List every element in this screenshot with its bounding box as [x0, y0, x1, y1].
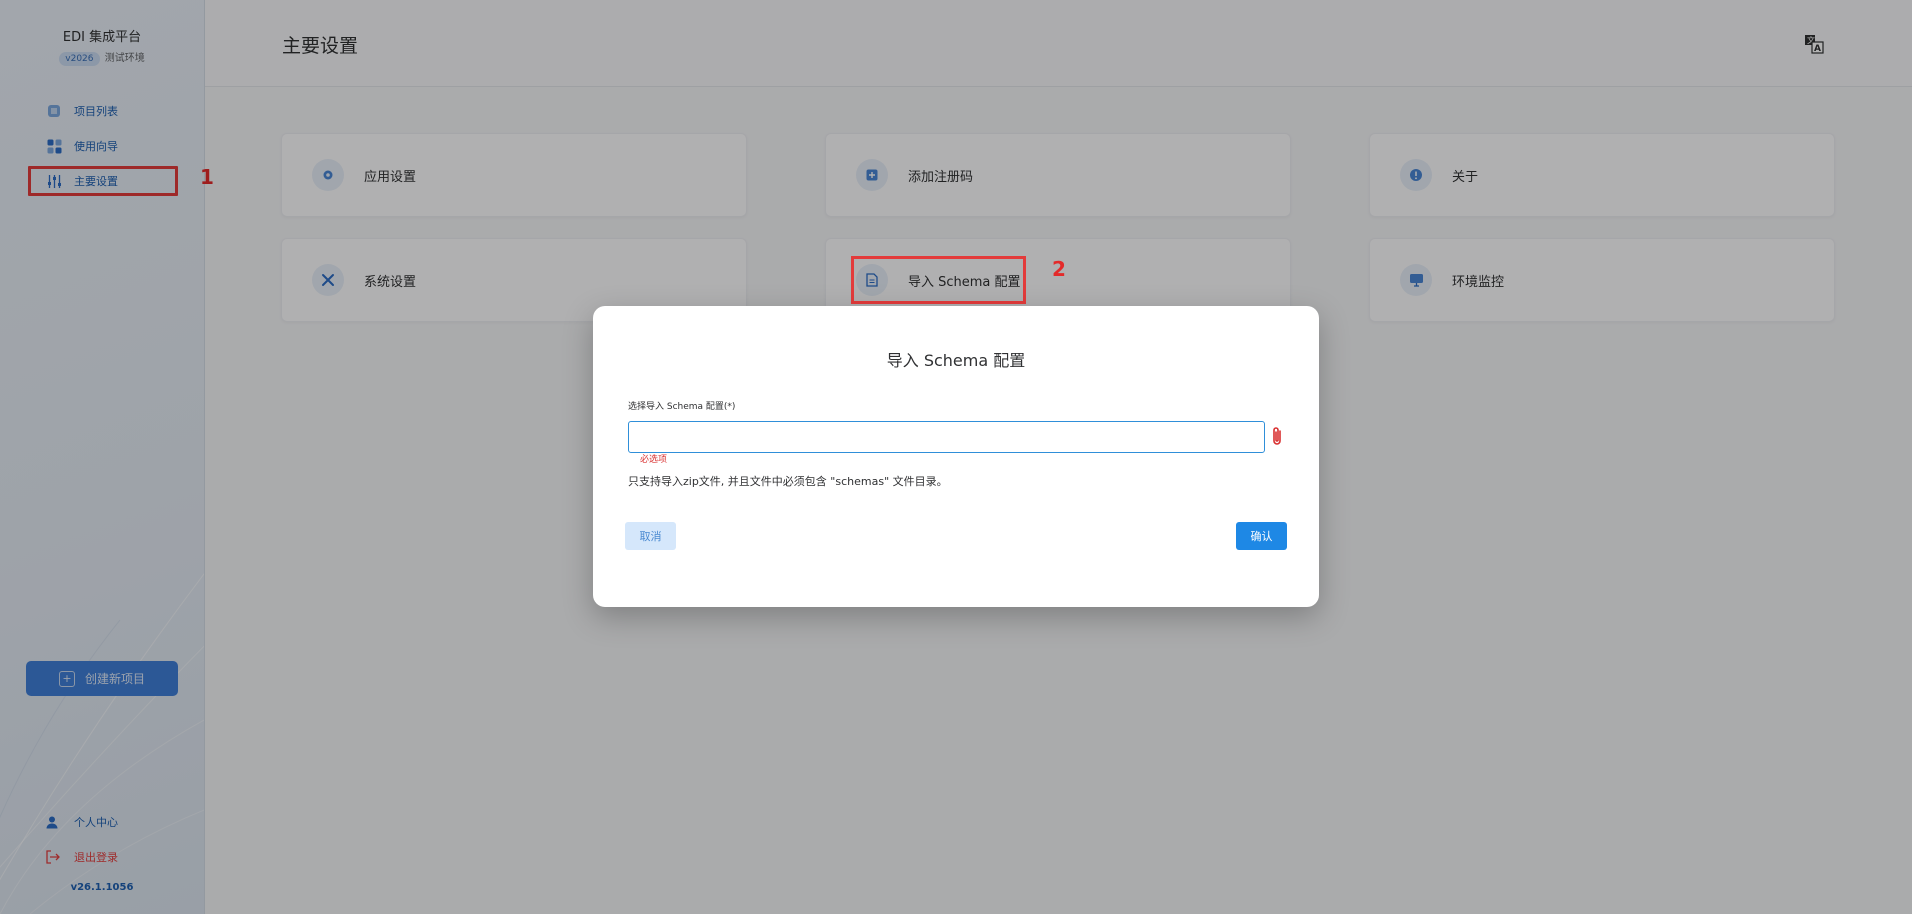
schema-file-input[interactable] — [628, 421, 1265, 453]
error-message: 必选项 — [640, 455, 668, 465]
hint-text: 只支持导入zip文件, 并且文件中必须包含 "schemas" 文件目录。 — [628, 475, 948, 488]
annotation-callout-2: 2 — [1052, 257, 1066, 281]
confirm-button[interactable]: 确认 — [1236, 522, 1287, 550]
field-label: 选择导入 Schema 配置(*) — [628, 402, 736, 412]
annotation-highlight-2 — [851, 256, 1026, 304]
cancel-button[interactable]: 取消 — [625, 522, 676, 550]
paperclip-icon[interactable] — [1269, 426, 1287, 448]
dialog-title: 导入 Schema 配置 — [886, 351, 1026, 370]
import-schema-dialog: 导入 Schema 配置 选择导入 Schema 配置(*) 必选项 只支持导入… — [593, 306, 1319, 607]
